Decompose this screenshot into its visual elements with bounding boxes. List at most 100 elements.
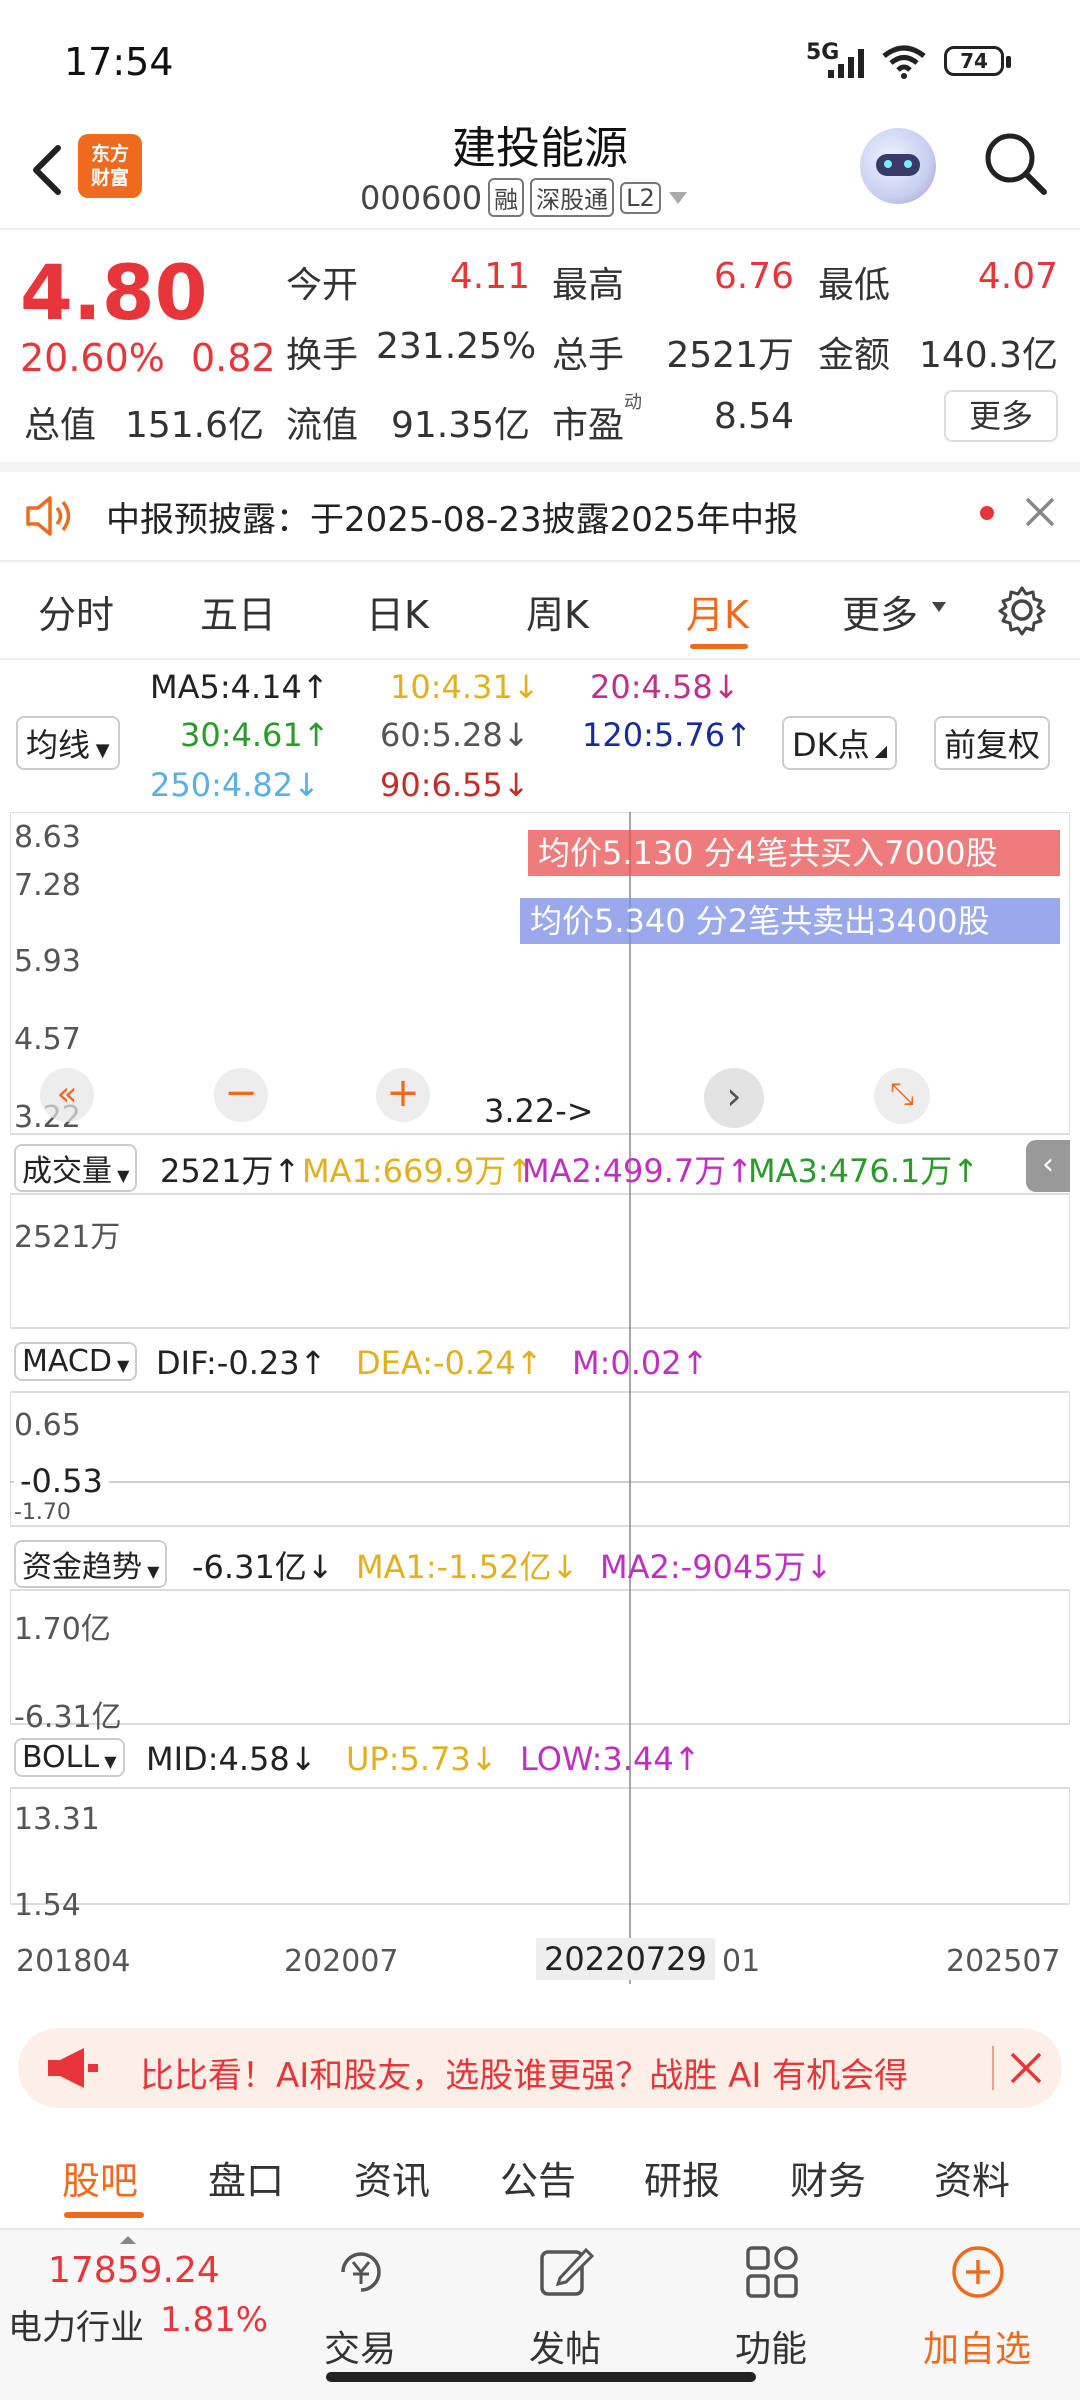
macd-dea: DEA:-0.24↑ <box>356 1344 543 1382</box>
tab-zhouk[interactable]: 周K <box>526 584 589 639</box>
search-icon[interactable] <box>980 128 1050 198</box>
pe-sup: 动 <box>624 392 642 413</box>
amount-value: 140.3亿 <box>918 335 1058 376</box>
add-circle-icon <box>952 2246 1004 2298</box>
dropdown-triangle-icon <box>668 191 687 204</box>
macd-bottom: -1.70 <box>14 1500 71 1525</box>
macd-indicator-selector[interactable]: MACD ▼ <box>14 1342 138 1381</box>
boll-panel-frame <box>10 1787 1070 1905</box>
fund-panel <box>10 1589 1070 1725</box>
boll-indicator-selector[interactable]: BOLL ▼ <box>14 1738 125 1777</box>
volume-dropdown-icon: ▼ <box>112 1166 130 1185</box>
close-icon[interactable] <box>1022 494 1058 530</box>
promo-banner[interactable]: 比比看！AI和股友，选股谁更强？战胜 AI 有机会得 <box>18 2028 1062 2108</box>
scroll-left-icon[interactable]: « <box>40 1068 94 1122</box>
post-button[interactable]: 发帖 <box>490 2228 640 2370</box>
more-quote-button[interactable]: 更多 <box>944 390 1058 442</box>
tab-guba[interactable]: 股吧 <box>62 2150 138 2205</box>
x-label-2: 202007 <box>284 1944 399 1979</box>
ma-selector-arrow-icon: ▼ <box>90 740 110 761</box>
status-bar: 17:54 5G 74 <box>0 0 1080 120</box>
boll-panel <box>10 1787 1070 1905</box>
zoom-in-icon[interactable]: + <box>376 1068 430 1122</box>
banner-close-icon[interactable] <box>1008 2050 1044 2086</box>
fund-dropdown-icon: ▼ <box>142 1562 160 1581</box>
tab-gonggao[interactable]: 公告 <box>500 2150 576 2205</box>
section-divider <box>0 462 1080 472</box>
ma20-value: 20:4.58↓ <box>590 668 740 706</box>
speaker-icon <box>26 496 71 536</box>
price-label-4: 4.57 <box>14 1022 81 1057</box>
tab-yuek[interactable]: 月K <box>686 584 749 639</box>
boll-bottom: 1.54 <box>14 1888 81 1923</box>
trade-label: 交易 <box>323 2329 396 2370</box>
boll-top: 13.31 <box>14 1802 100 1837</box>
fund-indicator-name: 资金趋势 <box>22 1550 142 1585</box>
index-value[interactable]: 17859.24 <box>48 2250 220 2291</box>
promo-text: 比比看！AI和股友，选股谁更强？战胜 AI 有机会得 <box>140 2056 909 2096</box>
min-price-marker: 3.22-> <box>484 1092 594 1130</box>
trade-button[interactable]: 交易 <box>285 2228 435 2370</box>
grid-icon <box>746 2246 798 2298</box>
qianfuquan-button[interactable]: 前复权 <box>934 716 1051 770</box>
tab-fenshi[interactable]: 分时 <box>38 584 114 639</box>
collapse-panel-icon[interactable]: ‹ <box>1026 1140 1070 1192</box>
volume-value: 2521万↑ <box>160 1152 301 1190</box>
volume-ma3: MA3:476.1万↑ <box>748 1152 980 1190</box>
volume-value: 2521万 <box>666 335 794 376</box>
tabs-divider <box>0 658 1080 660</box>
battery-level: 74 <box>960 49 988 73</box>
volume-indicator-selector[interactable]: 成交量 ▼ <box>14 1144 138 1192</box>
sector-name[interactable]: 电力行业 <box>8 2300 144 2349</box>
ma-selector-label: 均线 <box>26 726 91 764</box>
float-cap-label: 流值 <box>286 405 359 446</box>
header-divider <box>0 228 1080 230</box>
dk-corner-icon: ◢ <box>869 741 888 760</box>
macd-panel-frame <box>10 1391 1070 1527</box>
megaphone-icon <box>48 2048 98 2088</box>
ma-selector[interactable]: 均线 ▼ <box>16 716 120 770</box>
tab-caiwu[interactable]: 财务 <box>790 2150 866 2205</box>
settings-gear-icon[interactable] <box>996 584 1048 636</box>
ma60-value: 60:5.28↓ <box>380 716 530 754</box>
macd-m: M:0.02↑ <box>572 1344 709 1382</box>
price-label-3: 5.93 <box>14 944 81 979</box>
turnover-value: 231.25% <box>376 326 537 367</box>
volume-ma2: MA2:499.7万↑ <box>522 1152 754 1190</box>
low-value: 4.07 <box>977 256 1058 297</box>
scroll-right-icon[interactable]: › <box>704 1068 764 1128</box>
ma250-value: 250:4.82↓ <box>150 766 320 804</box>
boll-up: UP:5.73↓ <box>346 1740 498 1778</box>
tab-zixun[interactable]: 资讯 <box>354 2150 430 2205</box>
fund-indicator-selector[interactable]: 资金趋势 ▼ <box>14 1540 168 1588</box>
open-label: 今开 <box>286 265 359 306</box>
ai-assistant-avatar[interactable] <box>860 128 936 204</box>
tab-more[interactable]: 更多 <box>842 584 918 639</box>
dk-point-button[interactable]: DK点 ◢ <box>782 716 898 770</box>
high-label: 最高 <box>552 265 625 306</box>
home-indicator[interactable] <box>326 2372 756 2382</box>
x-label-3: 01 <box>722 1944 761 1979</box>
wifi-icon <box>882 45 926 79</box>
buy-trade-tooltip: 均价5.130 分4笔共买入7000股 <box>528 830 1060 876</box>
stock-code-row[interactable]: 000600 融 深股通 L2 <box>360 178 689 217</box>
tab-ziliao[interactable]: 资料 <box>934 2150 1010 2205</box>
tab-wuri[interactable]: 五日 <box>200 584 276 639</box>
tab-rik[interactable]: 日K <box>366 584 429 639</box>
bottom-tab-indicator <box>64 2212 144 2218</box>
boll-dropdown-icon: ▼ <box>99 1752 117 1771</box>
price-label-2: 7.28 <box>14 868 81 903</box>
fullscreen-icon[interactable]: ⤡ <box>874 1068 930 1124</box>
add-watchlist-button[interactable]: 加自选 <box>902 2228 1052 2370</box>
change-amount: 0.82 <box>191 336 276 380</box>
expand-up-icon[interactable] <box>118 2234 138 2246</box>
tag-shengutong: 深股通 <box>530 178 615 217</box>
macd-top: 0.65 <box>14 1408 81 1443</box>
tab-pankou[interactable]: 盘口 <box>208 2150 284 2205</box>
kline-chart[interactable] <box>10 812 1070 2002</box>
tab-yanbao[interactable]: 研报 <box>644 2150 720 2205</box>
function-button[interactable]: 功能 <box>696 2228 846 2370</box>
zoom-out-icon[interactable]: − <box>214 1068 268 1122</box>
notice-bar[interactable]: 中报预披露：于2025-08-23披露2025年中报 <box>0 472 1080 560</box>
notice-text: 中报预披露：于2025-08-23披露2025年中报 <box>106 500 799 540</box>
